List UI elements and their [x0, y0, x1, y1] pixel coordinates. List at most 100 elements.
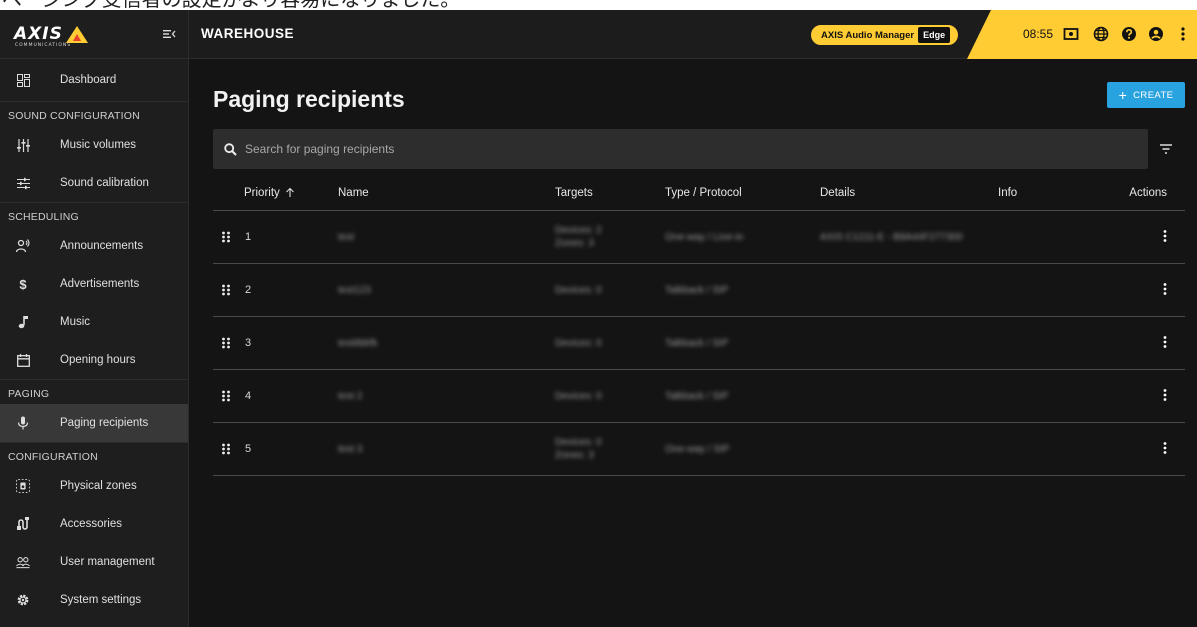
- sidebar-item-paging-recipients[interactable]: Paging recipients: [0, 404, 188, 442]
- sidebar-item-label: Music: [60, 316, 91, 328]
- drag-handle-icon[interactable]: [221, 231, 231, 243]
- type-value: One-way / Line-in: [665, 231, 744, 243]
- device-icon[interactable]: [1063, 26, 1079, 42]
- user-account-icon[interactable]: [1148, 26, 1164, 42]
- section-scheduling: SCHEDULING: [0, 202, 188, 227]
- sidebar-item-opening-hours[interactable]: Opening hours: [0, 341, 188, 379]
- sidebar-item-music-volumes[interactable]: Music volumes: [0, 126, 188, 164]
- recipient-name: test: [338, 231, 355, 243]
- collapse-menu-icon[interactable]: [162, 27, 176, 41]
- sidebar-item-label: Physical zones: [60, 480, 137, 492]
- type-value: Talkback / SIP: [665, 284, 729, 296]
- sidebar-item-accessories[interactable]: Accessories: [0, 505, 188, 543]
- type-value: Talkback / SIP: [665, 390, 729, 402]
- top-header: WAREHOUSE 08:55 AXIS Audio Manager Edge: [189, 10, 1197, 59]
- targets-devices: Devices: 0: [555, 390, 602, 402]
- axis-logo-triangle: [65, 25, 88, 43]
- more-actions-icon[interactable]: [1163, 282, 1167, 295]
- product-badge[interactable]: AXIS Audio Manager Edge: [811, 25, 959, 45]
- table-row[interactable]: 3 testitbkfk Devices: 0 Talkback / SIP: [213, 317, 1185, 370]
- column-priority[interactable]: Priority: [213, 187, 338, 199]
- targets-value: Devices: 0 Zones: 3: [555, 436, 665, 462]
- sidebar-item-sound-calibration[interactable]: Sound calibration: [0, 164, 188, 202]
- gear-icon: [16, 593, 30, 607]
- sidebar-item-advertisements[interactable]: $ Advertisements: [0, 265, 188, 303]
- header-status-area: 08:55: [967, 10, 1197, 59]
- column-targets: Targets: [555, 186, 593, 199]
- table-header: Priority Name Targets Type / Protocol De…: [213, 175, 1185, 211]
- site-name[interactable]: WAREHOUSE: [201, 26, 294, 41]
- search-bar[interactable]: [213, 129, 1148, 169]
- targets-zones: Zones: 3: [555, 238, 594, 249]
- targets-value: Devices: 0: [555, 284, 665, 297]
- type-value: Talkback / SIP: [665, 337, 729, 349]
- section-sound-configuration: SOUND CONFIGURATION: [0, 101, 188, 126]
- targets-value: Devices: 0: [555, 337, 665, 350]
- more-actions-icon[interactable]: [1163, 229, 1167, 242]
- clock: 08:55: [1023, 27, 1054, 41]
- targets-devices: Devices: 0: [555, 284, 602, 296]
- product-name: AXIS Audio Manager: [821, 29, 915, 41]
- sidebar-item-label: User management: [60, 556, 155, 568]
- main-content: Paging recipients + CREATE Priority Name…: [189, 59, 1197, 627]
- sort-ascending-icon: [285, 187, 294, 197]
- search-icon: [224, 142, 237, 156]
- sidebar-item-dashboard[interactable]: Dashboard: [0, 59, 188, 101]
- column-type: Type / Protocol: [665, 186, 742, 199]
- axis-logo-subtext: COMMUNICATIONS: [15, 43, 72, 48]
- axis-logo: AXIS: [14, 24, 63, 44]
- drag-handle-icon[interactable]: [221, 337, 231, 349]
- sidebar-item-announcements[interactable]: Announcements: [0, 227, 188, 265]
- sidebar-item-label: Music volumes: [60, 139, 137, 151]
- create-button[interactable]: + CREATE: [1107, 82, 1185, 108]
- globe-icon[interactable]: [1093, 26, 1109, 42]
- targets-value: Devices: 2 Zones: 3: [555, 224, 665, 250]
- search-input[interactable]: [245, 142, 1045, 156]
- sidebar-item-label: Sound calibration: [60, 177, 149, 189]
- table-row[interactable]: 1 test Devices: 2 Zones: 3 One-way / Line…: [213, 211, 1185, 264]
- sidebar: AXIS COMMUNICATIONS Dashboard SOUND CONF…: [0, 10, 189, 627]
- more-vert-icon[interactable]: [1175, 26, 1191, 42]
- sidebar-item-music[interactable]: Music: [0, 303, 188, 341]
- zone-icon: [16, 479, 30, 493]
- calendar-icon: [16, 353, 30, 367]
- sidebar-item-label: System settings: [60, 594, 142, 606]
- priority-value: 3: [245, 337, 252, 349]
- help-icon[interactable]: [1121, 26, 1137, 42]
- type-value: One-way / SIP: [665, 443, 730, 455]
- brand-bar: AXIS COMMUNICATIONS: [0, 10, 188, 59]
- drag-handle-icon[interactable]: [221, 284, 231, 296]
- targets-devices: Devices: 0: [555, 437, 602, 448]
- priority-value: 5: [245, 443, 252, 455]
- users-icon: [16, 555, 30, 569]
- sidebar-item-physical-zones[interactable]: Physical zones: [0, 467, 188, 505]
- accessories-icon: [16, 517, 30, 531]
- top-caption: ページング受信者の設定がより容易になりました。: [0, 0, 1197, 10]
- table-row[interactable]: 5 test 3 Devices: 0 Zones: 3 One-way / SI…: [213, 423, 1185, 476]
- sidebar-item-user-management[interactable]: User management: [0, 543, 188, 581]
- product-edition: Edge: [918, 27, 951, 43]
- drag-handle-icon[interactable]: [221, 443, 231, 455]
- column-name: Name: [338, 186, 369, 199]
- recipient-name: testitbkfk: [338, 337, 378, 349]
- dollar-icon: $: [19, 276, 27, 292]
- sidebar-item-label: Advertisements: [60, 278, 140, 290]
- table-row[interactable]: 2 test123 Devices: 0 Talkback / SIP: [213, 264, 1185, 317]
- column-details: Details: [820, 186, 856, 199]
- more-actions-icon[interactable]: [1163, 335, 1167, 348]
- more-actions-icon[interactable]: [1163, 441, 1167, 454]
- column-label: Priority: [244, 186, 280, 199]
- sliders-icon: [16, 138, 30, 152]
- targets-zones: Zones: 3: [555, 450, 594, 461]
- column-info: Info: [998, 186, 1018, 199]
- filter-icon[interactable]: [1158, 141, 1174, 157]
- priority-value: 4: [245, 390, 252, 402]
- column-actions: Actions: [1129, 186, 1167, 199]
- microphone-icon: [16, 416, 30, 430]
- table-row[interactable]: 4 test 2 Devices: 0 Talkback / SIP: [213, 370, 1185, 423]
- sidebar-item-system-settings[interactable]: System settings: [0, 581, 188, 619]
- plus-icon: +: [1118, 87, 1128, 103]
- more-actions-icon[interactable]: [1163, 388, 1167, 401]
- details-value: AXIS C1211-E - B8A44F277300: [820, 231, 963, 243]
- drag-handle-icon[interactable]: [221, 390, 231, 402]
